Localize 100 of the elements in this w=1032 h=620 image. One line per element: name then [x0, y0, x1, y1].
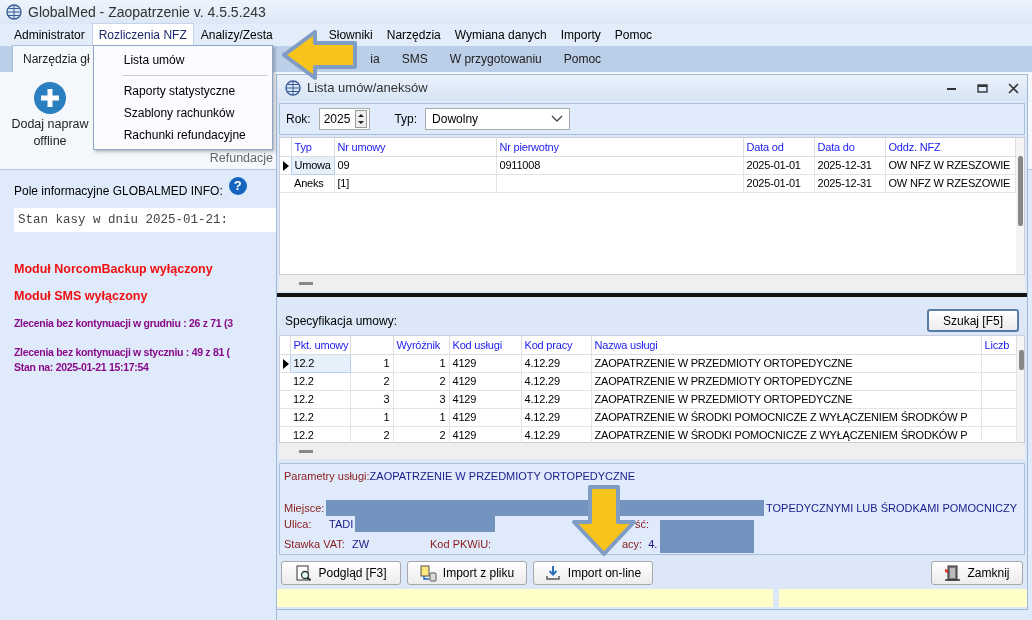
column-header[interactable]: Oddz. NFZ	[885, 138, 1015, 156]
maximize-icon[interactable]	[977, 82, 988, 94]
menu-item[interactable]: Importy	[553, 23, 608, 47]
table-cell: OW NFZ W RZESZOWIE	[885, 156, 1015, 174]
search-button[interactable]: Szukaj [F5]	[927, 309, 1019, 332]
scrollbar-thumb[interactable]	[299, 281, 313, 285]
table-cell: ZAOPATRZENIE W PRZEDMIOTY ORTOPEDYCZNE	[591, 354, 981, 372]
table-cell: 12.2	[290, 372, 350, 390]
table-cell: ZAOPATRZENIE W PRZEDMIOTY ORTOPEDYCZNE	[591, 390, 981, 408]
info-label: Pole informacyjne GLOBALMED INFO:	[14, 183, 223, 200]
table-cell: Aneks	[291, 174, 334, 192]
ribbon-button-label[interactable]: offline	[33, 134, 67, 149]
globe-icon	[285, 80, 301, 96]
table-cell: OW NFZ W RZESZOWIE	[885, 174, 1015, 192]
menu-item[interactable]: Raporty statystyczne	[93, 80, 272, 102]
close-icon[interactable]	[1008, 82, 1019, 94]
globe-icon	[6, 4, 22, 20]
column-header[interactable]: Wyróżnik	[393, 336, 449, 354]
table-cell: ZAOPATRZENIE W PRZEDMIOTY ORTOPEDYCZNE	[591, 372, 981, 390]
field-label: acy:	[622, 536, 643, 552]
table-cell: 1	[393, 408, 449, 426]
column-header[interactable]: Data od	[743, 138, 814, 156]
scrollbar-thumb[interactable]	[1018, 350, 1024, 370]
chevron-down-icon[interactable]	[551, 115, 564, 123]
section-label: Specyfikacja umowy:	[285, 313, 398, 330]
window-title: Lista umów/aneksów	[307, 79, 429, 98]
ribbon-tab[interactable]: Pomoc	[552, 45, 613, 72]
table-cell: 4129	[449, 372, 521, 390]
year-spinner[interactable]: 2025	[318, 108, 371, 130]
table-cell: 4.12.29	[521, 408, 591, 426]
info-message: Stan na: 2025-01-21 15:17:54	[14, 360, 150, 375]
spin-arrows-icon[interactable]	[355, 110, 368, 128]
field-label: Stawka VAT:	[284, 536, 346, 552]
table-cell: 1	[393, 354, 449, 372]
column-header[interactable]: Nr umowy	[334, 138, 496, 156]
menu-item[interactable]: Narzędzia	[379, 23, 448, 47]
action-button[interactable]: Import on-line	[533, 561, 653, 585]
type-label: Typ:	[394, 111, 418, 128]
table-cell: 2025-01-01	[743, 174, 814, 192]
menu-item[interactable]: Pomoc	[607, 23, 660, 47]
menu-item[interactable]: Rozliczenia NFZ	[91, 23, 194, 47]
action-button[interactable]: Import z pliku	[407, 561, 527, 585]
download-icon	[544, 564, 562, 582]
column-header[interactable]: Kod usługi	[449, 336, 521, 354]
column-header[interactable]: Liczb	[981, 336, 1016, 354]
ribbon-tab[interactable]: SMS	[390, 45, 439, 72]
table-cell: 2025-01-01	[743, 156, 814, 174]
menu-item[interactable]: Analizy/Zesta	[193, 23, 280, 47]
table-cell: 3	[393, 390, 449, 408]
table-cell: 2	[393, 372, 449, 390]
ribbon-button-label[interactable]: Dodaj napraw	[11, 117, 89, 132]
column-header[interactable]: Kod pracy	[521, 336, 591, 354]
field-value: 4.	[648, 536, 658, 552]
field-label: Ulica:	[284, 516, 313, 532]
field-value: TADI	[329, 516, 354, 532]
scrollbar-thumb[interactable]	[1017, 156, 1023, 226]
table-cell: 1	[350, 408, 393, 426]
info-message: Moduł SMS wyłączony	[14, 289, 149, 304]
table-cell: 12.2	[290, 390, 350, 408]
table-cell: 2	[350, 372, 393, 390]
info-field: Stan kasy w dniu 2025-01-21:	[14, 208, 276, 232]
field-label: Kod PKWiU:	[430, 536, 492, 552]
field-value: ZW	[352, 536, 371, 552]
info-message: Zlecenia bez kontynuacji w grudniu : 26 z 71 (3	[14, 316, 234, 331]
table-cell: 0911008	[496, 156, 743, 174]
column-header[interactable]: Nr pierwotny	[496, 138, 743, 156]
action-button[interactable]: Podgląd [F3]	[281, 561, 401, 585]
info-message: Zlecenia bez kontynuacji w styczniu : 49 z 81 (	[14, 345, 231, 360]
column-header[interactable]: Nazwa usługi	[591, 336, 981, 354]
field-label: ść:	[635, 516, 650, 532]
type-dropdown[interactable]: Dowolny	[425, 108, 571, 130]
table-cell: 12.2	[290, 408, 350, 426]
column-header[interactable]: Data do	[814, 138, 885, 156]
ribbon-group-label: Refundacje	[208, 149, 274, 167]
action-button[interactable]: Zamknij	[931, 561, 1023, 585]
table-cell: 4129	[449, 390, 521, 408]
table-cell: 4129	[449, 354, 521, 372]
table-cell: 2025-12-31	[814, 156, 885, 174]
menu-item[interactable]: Szablony rachunków	[93, 102, 272, 124]
field-label: Parametry usługi:	[284, 468, 370, 484]
scrollbar-thumb[interactable]	[299, 449, 313, 453]
help-icon[interactable]: ?	[228, 177, 247, 195]
plus-icon[interactable]	[34, 82, 66, 114]
table-cell: 09	[334, 156, 496, 174]
door-icon	[944, 564, 962, 582]
window-title: GlobalMed - Zaopatrzenie v. 4.5.5.243	[28, 2, 266, 22]
ribbon-tab[interactable]: W przygotowaniu	[438, 45, 553, 72]
table-cell: 4.12.29	[521, 372, 591, 390]
info-message: Moduł NorcomBackup wyłączony	[14, 262, 214, 277]
table-cell: 4.12.29	[521, 390, 591, 408]
menu-item[interactable]: Rachunki refundacyjne	[93, 124, 272, 146]
menu-item[interactable]: Administrator	[7, 23, 92, 47]
table-cell: [1]	[334, 174, 496, 192]
column-header[interactable]: Typ	[291, 138, 334, 156]
menu-item[interactable]: Wymiana danych	[447, 23, 554, 47]
field-value: ZAOPATRZENIE W PRZEDMIOTY ORTOPEDYCZNE	[369, 468, 636, 484]
column-header[interactable]: Pkt. umowy	[290, 336, 350, 354]
table-cell: 4129	[449, 408, 521, 426]
field-value: TOPEDYCZNYMI LUB ŚRODKAMI POMOCNICZY	[766, 500, 1017, 516]
document-icon	[419, 564, 437, 582]
